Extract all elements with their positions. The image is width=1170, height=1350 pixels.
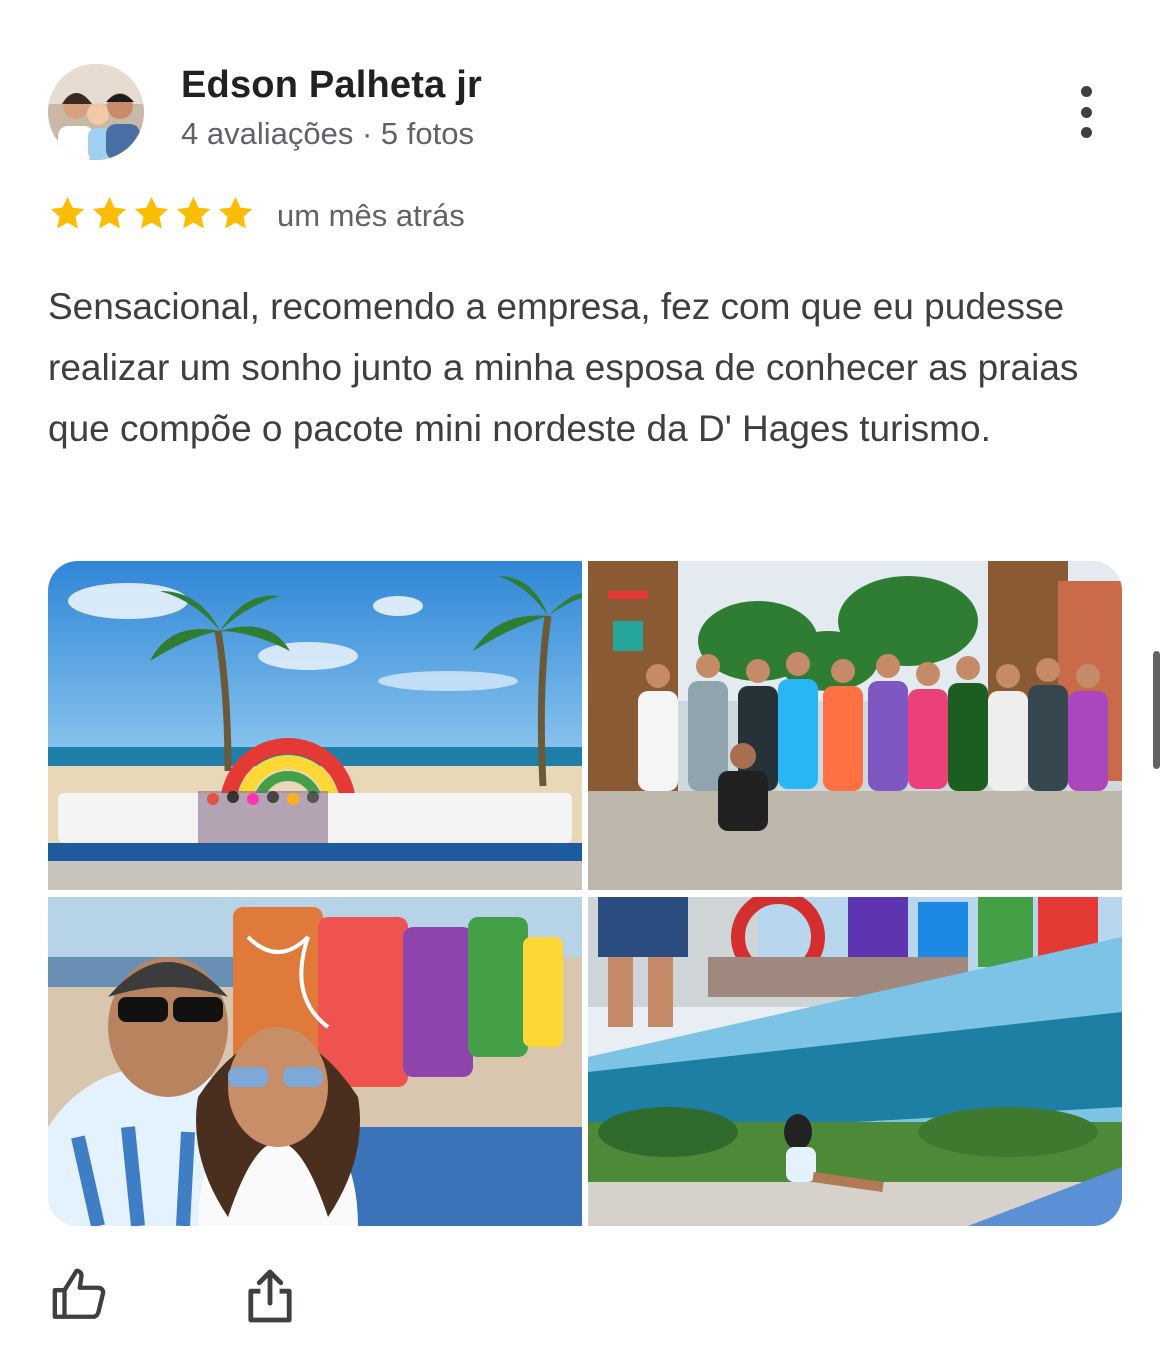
rating-stars xyxy=(48,194,255,233)
star-icon xyxy=(134,196,169,229)
more-vertical-icon[interactable] xyxy=(1062,80,1110,144)
more-dot xyxy=(1080,106,1092,118)
photo-grid xyxy=(48,561,1122,1226)
more-dot xyxy=(1080,86,1092,97)
star-icon xyxy=(218,196,253,229)
author-name[interactable]: Edson Palheta jr xyxy=(181,64,482,107)
beach-sign-photo[interactable] xyxy=(48,561,582,890)
star-icon xyxy=(50,196,85,229)
share-svg xyxy=(248,1269,292,1323)
ocean-view-photo[interactable] xyxy=(588,897,1122,1226)
selfie-sign-photo[interactable] xyxy=(48,897,582,1226)
star-icon xyxy=(92,196,127,229)
author-meta: 4 avaliações · 5 fotos xyxy=(181,116,474,151)
share-icon[interactable] xyxy=(246,1266,294,1326)
thumbs-up-svg xyxy=(52,1268,106,1319)
scrollbar-thumb[interactable] xyxy=(1153,651,1160,769)
review-time: um mês atrás xyxy=(277,198,465,233)
more-dot xyxy=(1080,127,1092,138)
author-avatar[interactable] xyxy=(48,64,144,160)
group-street-photo[interactable] xyxy=(588,561,1122,890)
star-icon xyxy=(176,196,211,229)
review-text: Sensacional, recomendo a empresa, fez co… xyxy=(48,286,1079,449)
thumbs-up-icon[interactable] xyxy=(50,1266,108,1324)
avatar-image xyxy=(48,64,144,160)
